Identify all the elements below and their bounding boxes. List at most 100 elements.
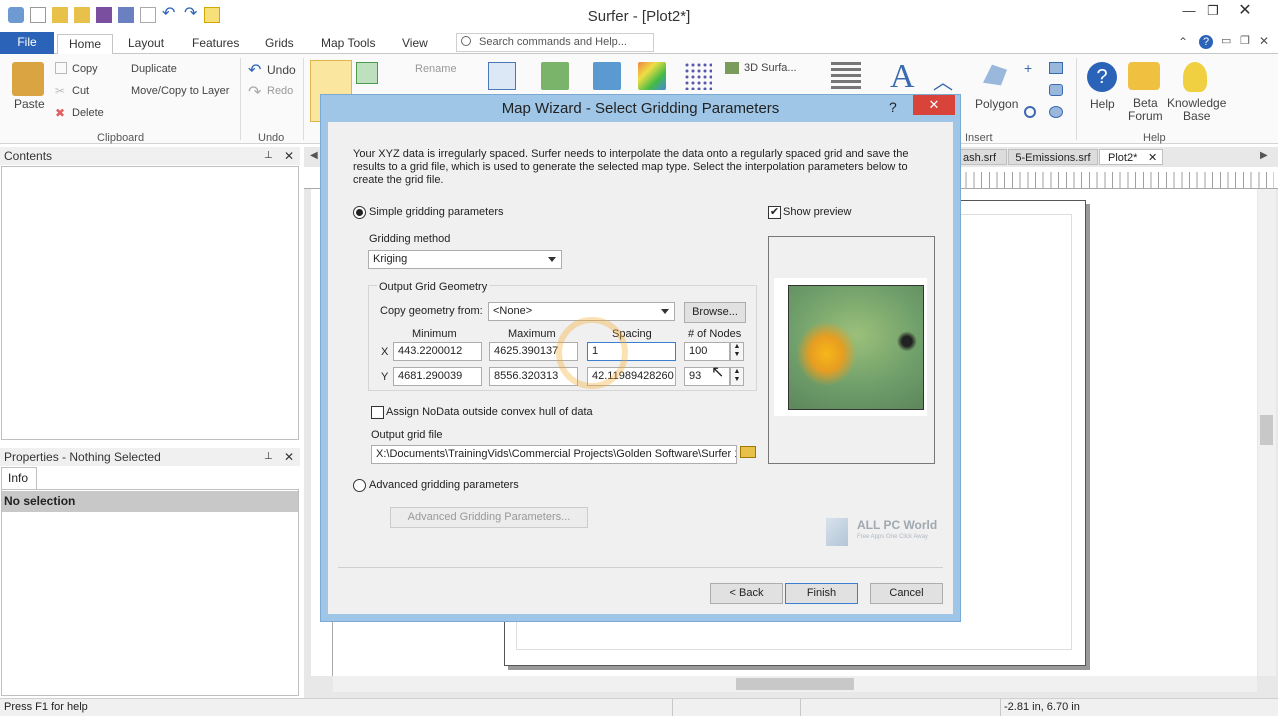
close-panel-icon[interactable]: ✕ <box>284 147 294 165</box>
ruler-ticks <box>958 172 1274 188</box>
knowledge-base-button[interactable]: Knowledge Base <box>1167 97 1226 123</box>
tab-grids[interactable]: Grids <box>263 34 296 54</box>
post-map-icon[interactable] <box>684 62 712 90</box>
tab-home[interactable]: Home <box>57 34 113 56</box>
layers-icon[interactable] <box>831 62 861 90</box>
rounded-rect-icon[interactable] <box>1049 84 1063 96</box>
contents-header: Contents ⊥ ✕ <box>0 147 300 165</box>
help-icon[interactable]: ? <box>1087 62 1117 92</box>
restore-icon[interactable]: ❐ <box>1198 2 1228 22</box>
map-wizard-dialog: Map Wizard - Select Gridding Parameters … <box>320 94 961 622</box>
beta-forum-button[interactable]: Beta Forum <box>1128 97 1163 123</box>
knowledge-base-icon[interactable] <box>1183 62 1207 92</box>
help-button[interactable]: Help <box>1090 97 1115 111</box>
group-undo: Undo <box>258 132 285 144</box>
status-divider <box>800 699 801 716</box>
ellipse-icon[interactable] <box>1049 106 1063 118</box>
map-edit-icon[interactable] <box>541 62 569 90</box>
tab-scroll-left-icon[interactable]: ◀ <box>310 150 318 161</box>
undo-icon: ↶ <box>248 62 262 79</box>
status-bar: Press F1 for help -2.81 in, 6.70 in <box>0 698 1278 716</box>
tab-features[interactable]: Features <box>190 34 241 54</box>
pin-icon[interactable]: ⊥ <box>264 448 273 466</box>
properties-body <box>1 489 299 696</box>
status-coords: -2.81 in, 6.70 in <box>1004 701 1080 713</box>
copy-button[interactable]: Copy <box>72 63 98 75</box>
x-minimum-input[interactable]: 443.2200012 <box>393 342 482 361</box>
chevron-down-icon <box>661 309 669 314</box>
cut-button[interactable]: Cut <box>72 85 89 97</box>
grid-data-icon[interactable] <box>488 62 516 90</box>
tab-map-tools[interactable]: Map Tools <box>319 34 377 54</box>
surface-3d-button[interactable]: 3D Surfa... <box>744 62 797 74</box>
delete-icon: ✖ <box>55 106 66 120</box>
intro-text: Your XYZ data is irregularly spaced. Sur… <box>353 148 909 186</box>
group-help: Help <box>1143 132 1166 144</box>
redo-icon: ↷ <box>248 84 262 101</box>
help-circle-icon[interactable]: ? <box>1199 35 1213 49</box>
polyline-icon[interactable]: ︿ <box>933 66 953 95</box>
move-copy-button[interactable]: Move/Copy to Layer <box>131 85 229 97</box>
tab-layout[interactable]: Layout <box>126 34 166 54</box>
minimum-header: Minimum <box>412 328 457 340</box>
close-panel-icon[interactable]: ✕ <box>284 448 294 466</box>
folder-open-icon[interactable] <box>740 446 756 458</box>
redo-button[interactable]: Redo <box>267 85 293 97</box>
window-title: Surfer - [Plot2*] <box>587 8 691 25</box>
x-nodes-input[interactable]: 100 <box>684 342 730 361</box>
rectangle-icon[interactable] <box>1049 62 1063 74</box>
base-map-icon[interactable] <box>593 62 621 90</box>
simple-gridding-radio[interactable] <box>353 206 366 219</box>
duplicate-button[interactable]: Duplicate <box>131 63 177 75</box>
polygon-button[interactable]: Polygon <box>975 97 1018 111</box>
finish-button[interactable]: Finish <box>785 583 858 604</box>
forum-icon[interactable] <box>1128 62 1160 90</box>
rename-button[interactable]: Rename <box>415 63 457 75</box>
dialog-title: Map Wizard - Select Gridding Parameters <box>501 100 780 117</box>
horizontal-scroll-thumb[interactable] <box>736 678 854 690</box>
symbol-icon[interactable] <box>1024 106 1036 118</box>
add-point-icon[interactable]: + <box>1024 60 1032 76</box>
advanced-gridding-radio[interactable] <box>353 479 366 492</box>
gridding-method-select[interactable]: Kriging <box>368 250 562 269</box>
pin-icon[interactable]: ⊥ <box>264 147 273 165</box>
advanced-gridding-button[interactable]: Advanced Gridding Parameters... <box>390 507 588 528</box>
tab-view[interactable]: View <box>400 34 430 54</box>
cancel-button[interactable]: Cancel <box>870 583 943 604</box>
doc-tab-active[interactable]: Plot2* ✕ <box>1099 149 1163 165</box>
output-grid-input[interactable]: X:\Documents\TrainingVids\Commercial Pro… <box>371 445 737 464</box>
text-icon[interactable]: A <box>890 58 915 96</box>
contents-tree[interactable] <box>1 166 299 440</box>
paste-icon[interactable] <box>12 62 44 96</box>
tab-scroll-right-icon[interactable]: ▶ <box>1260 150 1268 161</box>
x-row-label: X <box>381 346 389 358</box>
x-nodes-spinner[interactable]: ▲ ▼ <box>730 342 744 361</box>
y-minimum-input[interactable]: 4681.290039 <box>393 367 482 386</box>
contour-map-icon[interactable] <box>638 62 666 90</box>
search-icon <box>461 36 471 46</box>
close-window-icon[interactable]: ✕ <box>1230 2 1260 22</box>
delete-button[interactable]: Delete <box>72 107 104 119</box>
select-region-icon[interactable] <box>356 62 378 84</box>
tab-file[interactable]: File <box>0 32 54 54</box>
paste-button[interactable]: Paste <box>14 97 45 111</box>
dialog-close-button[interactable]: ✕ <box>913 95 955 115</box>
browse-button[interactable]: Browse... <box>684 302 746 323</box>
close-tab-icon[interactable]: ✕ <box>1148 150 1157 166</box>
collapse-ribbon-icon[interactable]: ⌃ <box>1178 35 1188 49</box>
preview-map-image <box>788 285 924 410</box>
show-preview-checkbox[interactable]: ✔ <box>768 206 781 219</box>
dialog-help-button[interactable]: ? <box>889 99 897 115</box>
tab-info[interactable]: Info <box>1 467 37 489</box>
mdi-close-icon[interactable]: ✕ <box>1259 34 1269 48</box>
mdi-restore-icon[interactable]: ❐ <box>1240 34 1250 47</box>
watermark-logo <box>826 518 848 546</box>
doc-tab[interactable]: 5-Emissions.srf <box>1008 149 1098 165</box>
back-button[interactable]: < Back <box>710 583 783 604</box>
search-input[interactable]: Search commands and Help... <box>456 33 654 52</box>
undo-button[interactable]: Undo <box>267 63 296 77</box>
vertical-scroll-thumb[interactable] <box>1260 415 1273 445</box>
y-nodes-spinner[interactable]: ▲ ▼ <box>730 367 744 386</box>
mdi-minimize-icon[interactable]: ▭ <box>1221 34 1231 47</box>
nodata-checkbox[interactable] <box>371 406 384 419</box>
